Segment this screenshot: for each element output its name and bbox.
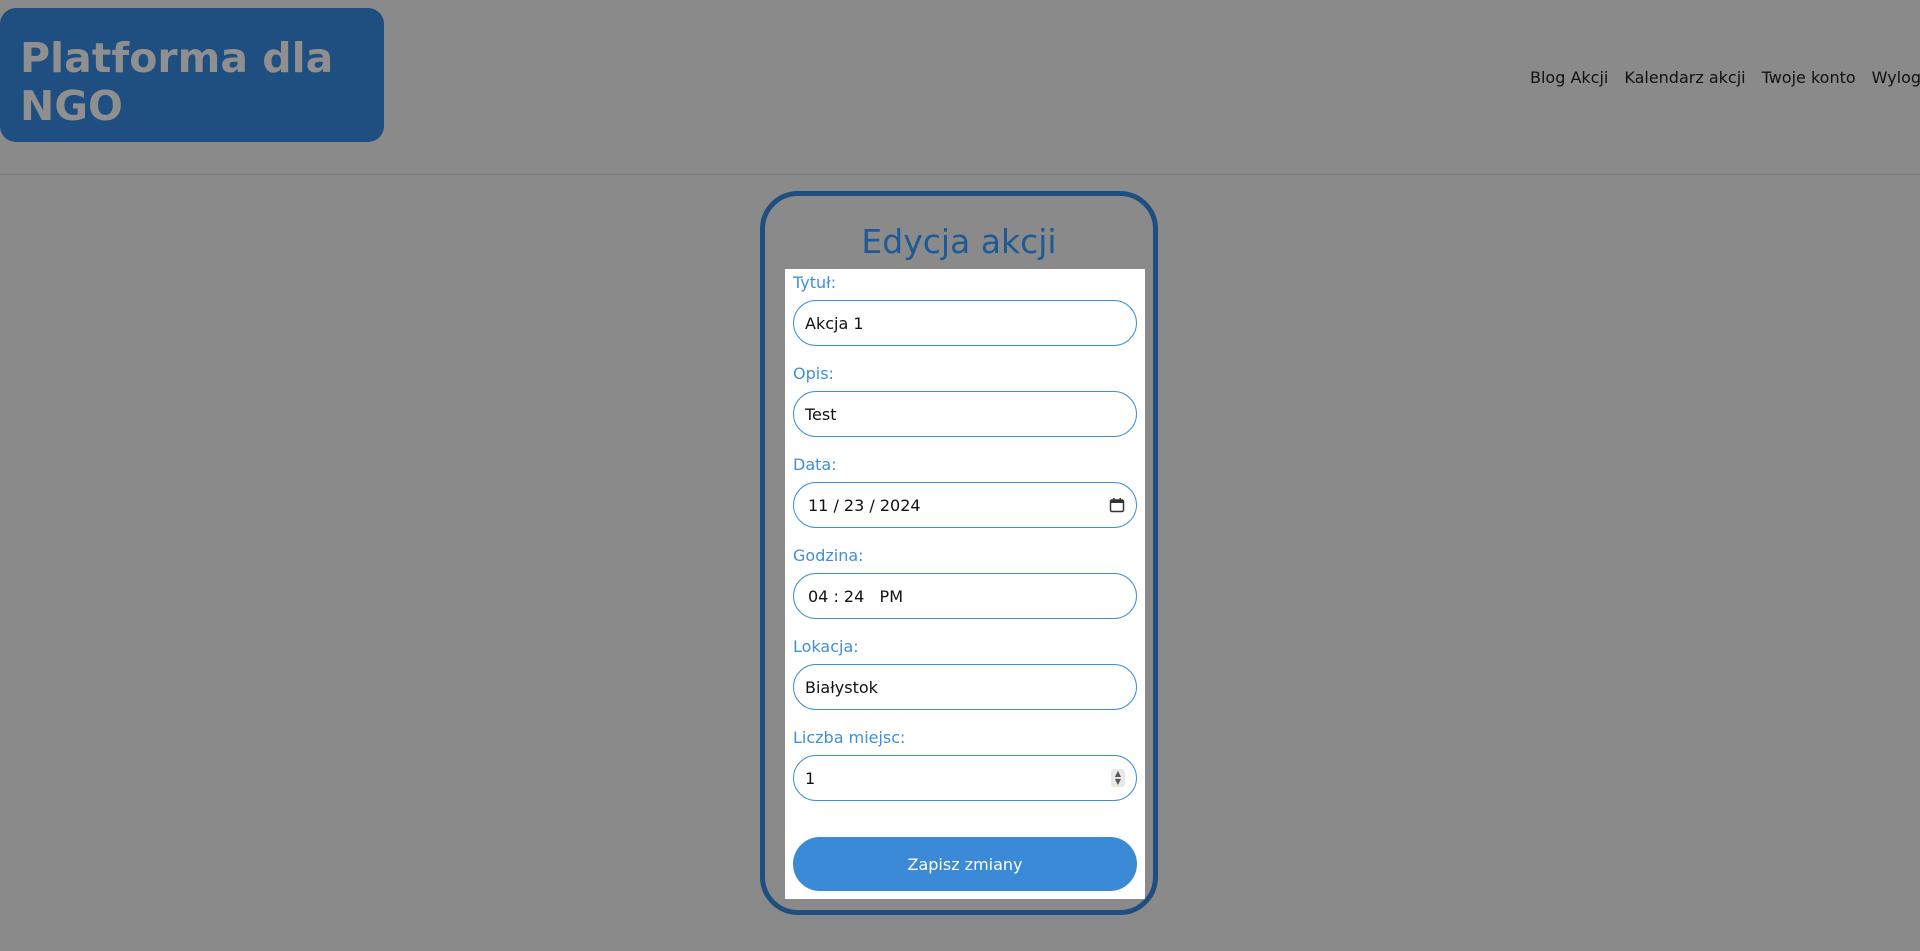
page-title: Edycja akcji [861, 222, 1057, 261]
description-label: Opis: [793, 364, 834, 383]
title-label: Tytuł: [793, 273, 837, 292]
number-spinner-icon[interactable]: ▲ ▼ [1111, 769, 1125, 787]
seats-input-value: 1 [805, 768, 816, 788]
date-input[interactable]: 11 / 23 / 2024 [793, 482, 1137, 528]
title-input[interactable]: Akcja 1 [793, 300, 1137, 346]
logo[interactable]: Platforma dla NGO [0, 8, 384, 142]
seats-label: Liczba miejsc: [793, 728, 906, 747]
nav-blog-akcji[interactable]: Blog Akcji [1530, 68, 1616, 87]
time-label: Godzina: [793, 546, 864, 565]
description-input[interactable]: Test [793, 391, 1137, 437]
date-label: Data: [793, 455, 837, 474]
location-label: Lokacja: [793, 637, 859, 656]
nav-wyloguj[interactable]: Wyloguj [1864, 68, 1920, 87]
location-input[interactable]: Białystok [793, 664, 1137, 710]
location-input-value: Białystok [805, 677, 878, 697]
nav-kalendarz-akcji[interactable]: Kalendarz akcji [1616, 68, 1753, 87]
save-changes-button[interactable]: Zapisz zmiany [793, 837, 1137, 891]
title-input-value: Akcja 1 [805, 313, 864, 333]
date-input-value: 11 / 23 / 2024 [808, 495, 921, 515]
edit-event-form: Tytuł: Akcja 1 Opis: Test Data: 11 / 23 … [785, 269, 1145, 899]
main-nav: Blog Akcji Kalendarz akcji Twoje konto W… [1530, 68, 1920, 87]
nav-twoje-konto[interactable]: Twoje konto [1754, 68, 1864, 87]
description-input-value: Test [805, 404, 837, 424]
seats-input[interactable]: 1 ▲ ▼ [793, 755, 1137, 801]
edit-event-card: Edycja akcji Tytuł: Akcja 1 Opis: Test D… [760, 191, 1158, 915]
time-input[interactable]: 04 : 24 PM [793, 573, 1137, 619]
site-header: Platforma dla NGO Blog Akcji Kalendarz a… [0, 0, 1920, 175]
logo-text: Platforma dla NGO [20, 34, 334, 130]
calendar-icon[interactable] [1109, 497, 1125, 513]
time-input-value: 04 : 24 PM [808, 586, 903, 606]
